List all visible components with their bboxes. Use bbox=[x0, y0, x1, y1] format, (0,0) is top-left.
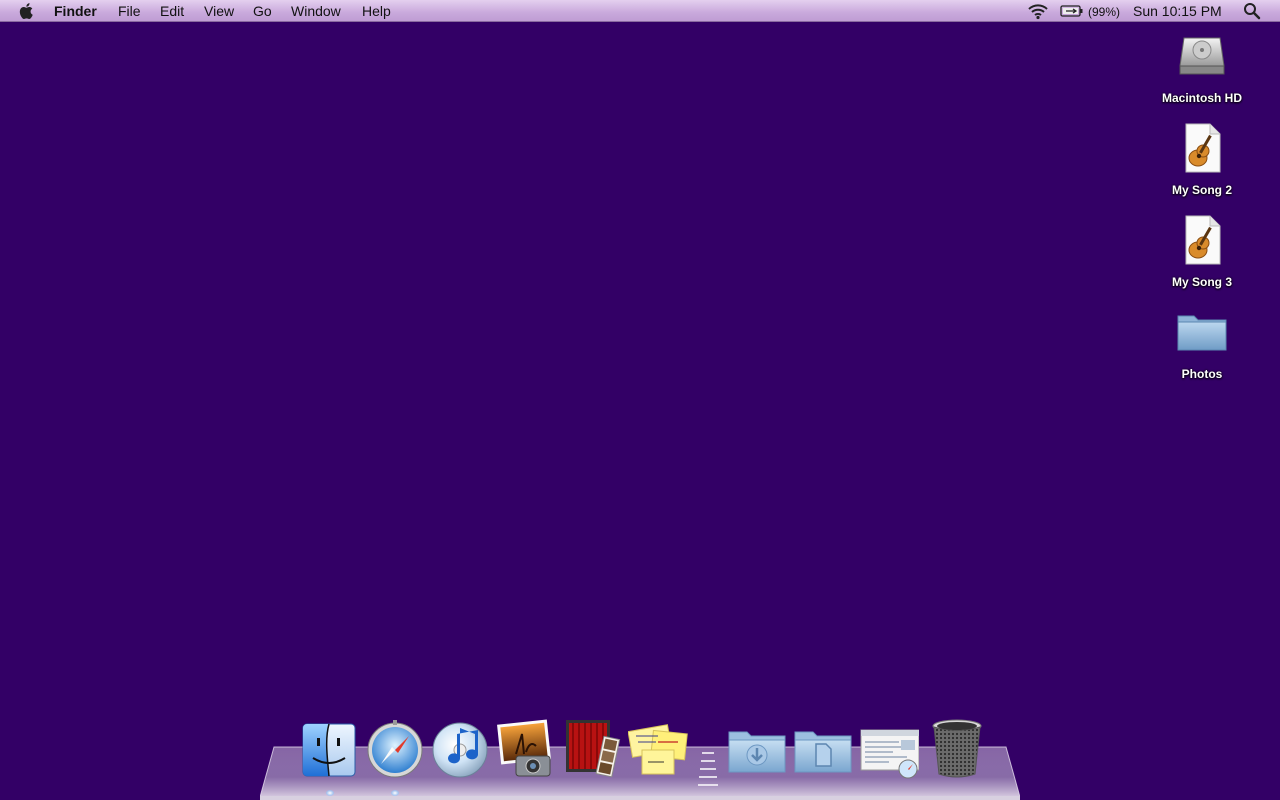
wifi-icon[interactable] bbox=[1027, 2, 1049, 20]
menu-window[interactable]: Window bbox=[291, 2, 341, 20]
garageband-document-icon bbox=[1185, 215, 1221, 265]
stickies-icon[interactable] bbox=[628, 716, 688, 780]
running-indicator bbox=[326, 790, 334, 796]
desktop-icon-macintosh-hd[interactable]: Macintosh HD bbox=[1147, 28, 1257, 106]
iphoto-icon[interactable] bbox=[496, 716, 556, 780]
desktop-icon-label: Macintosh HD bbox=[1161, 91, 1242, 105]
desktop-icon-label: My Song 2 bbox=[1171, 183, 1232, 197]
menu-go[interactable]: Go bbox=[253, 2, 272, 20]
battery-percent: (99%) bbox=[1088, 5, 1121, 19]
apple-icon[interactable] bbox=[17, 1, 37, 21]
menu-bar: Finder File Edit View Go Window Help (99… bbox=[0, 0, 1280, 22]
menu-file[interactable]: File bbox=[118, 2, 141, 20]
menu-view[interactable]: View bbox=[204, 2, 234, 20]
webpage-icon[interactable] bbox=[859, 716, 919, 780]
folder-icon bbox=[1177, 315, 1227, 351]
hard-drive-icon bbox=[1179, 37, 1225, 75]
finder-icon[interactable] bbox=[299, 716, 359, 780]
desktop-icon-my-song-2[interactable]: My Song 2 bbox=[1147, 120, 1257, 198]
downloads-folder-icon[interactable] bbox=[727, 716, 787, 780]
running-indicator bbox=[391, 790, 399, 796]
desktop-icon-my-song-3[interactable]: My Song 3 bbox=[1147, 212, 1257, 290]
menu-app-finder[interactable]: Finder bbox=[54, 2, 97, 20]
desktop-icon-label: My Song 3 bbox=[1171, 275, 1232, 289]
menu-clock[interactable]: Sun 10:15 PM bbox=[1133, 2, 1222, 20]
menu-edit[interactable]: Edit bbox=[160, 2, 184, 20]
garageband-document-icon bbox=[1185, 123, 1221, 173]
menu-help[interactable]: Help bbox=[362, 2, 391, 20]
desktop-icon-label: Photos bbox=[1181, 367, 1223, 381]
desktop-icon-photos[interactable]: Photos bbox=[1147, 304, 1257, 382]
battery-icon[interactable] bbox=[1060, 4, 1084, 18]
trash-icon[interactable] bbox=[927, 716, 987, 780]
photo-booth-icon[interactable] bbox=[562, 716, 622, 780]
itunes-icon[interactable] bbox=[430, 716, 490, 780]
spotlight-icon[interactable] bbox=[1243, 2, 1261, 20]
documents-folder-icon[interactable] bbox=[793, 716, 853, 780]
safari-icon[interactable] bbox=[365, 716, 425, 780]
